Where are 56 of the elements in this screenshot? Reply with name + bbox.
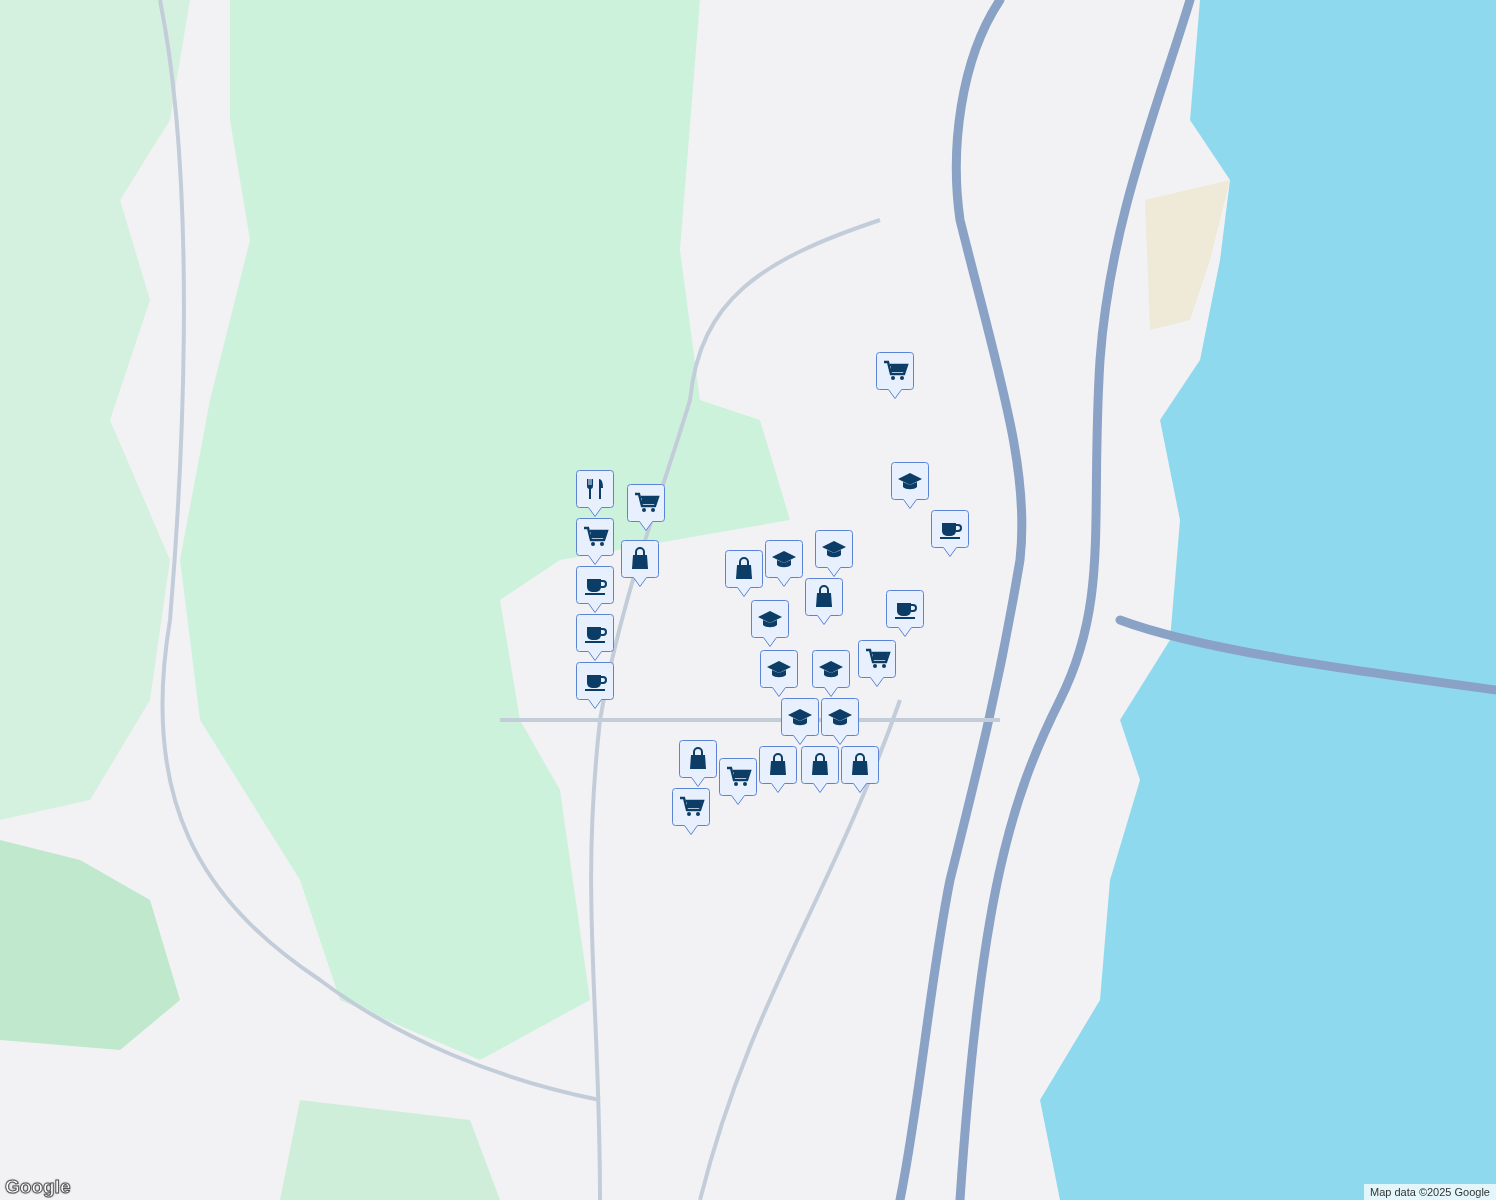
coffee-cup-icon — [585, 627, 607, 643]
map-marker[interactable] — [725, 550, 763, 597]
graduation-cap-icon — [898, 473, 922, 490]
map-marker[interactable] — [931, 510, 969, 557]
shopping-bag-icon — [816, 585, 832, 607]
map-marker[interactable] — [781, 698, 819, 745]
map-marker[interactable] — [576, 566, 614, 613]
map-marker[interactable] — [627, 484, 665, 531]
map-marker[interactable] — [841, 746, 879, 793]
map-marker[interactable] — [858, 640, 896, 687]
graduation-cap-icon — [767, 661, 791, 678]
map-logo: Google — [5, 1176, 71, 1198]
map-marker[interactable] — [801, 746, 839, 793]
map-marker[interactable] — [576, 470, 614, 517]
map-marker[interactable] — [576, 614, 614, 661]
graduation-cap-icon — [822, 541, 846, 558]
shopping-bag-icon — [736, 557, 752, 579]
shopping-cart-icon — [727, 766, 752, 786]
map-marker[interactable] — [812, 650, 850, 697]
shopping-bag-icon — [632, 547, 648, 569]
map-marker[interactable] — [621, 540, 659, 587]
map-marker[interactable] — [876, 352, 914, 399]
shopping-cart-icon — [635, 492, 660, 512]
shopping-bag-icon — [852, 753, 868, 775]
coffee-cup-icon — [940, 523, 962, 539]
map-marker[interactable] — [576, 662, 614, 709]
coffee-cup-icon — [585, 675, 607, 691]
coffee-cup-icon — [895, 603, 917, 619]
map-marker[interactable] — [891, 462, 929, 509]
map-marker[interactable] — [886, 590, 924, 637]
shopping-cart-icon — [866, 648, 891, 668]
shopping-bag-icon — [690, 747, 706, 769]
graduation-cap-icon — [828, 709, 852, 726]
shopping-cart-icon — [680, 796, 705, 816]
attribution-text: Map data ©2025 Google — [1363, 1184, 1496, 1200]
shopping-bag-icon — [812, 753, 828, 775]
map-marker[interactable] — [821, 698, 859, 745]
map-marker[interactable] — [759, 746, 797, 793]
coffee-cup-icon — [585, 579, 607, 595]
map-marker[interactable] — [765, 540, 803, 587]
graduation-cap-icon — [772, 551, 796, 568]
graduation-cap-icon — [819, 661, 843, 678]
shopping-cart-icon — [884, 360, 909, 380]
map-marker[interactable] — [751, 600, 789, 647]
fork-and-knife-icon — [587, 479, 603, 499]
shopping-bag-icon — [770, 753, 786, 775]
shopping-cart-icon — [584, 526, 609, 546]
map-marker[interactable] — [672, 788, 710, 835]
graduation-cap-icon — [788, 709, 812, 726]
map-marker[interactable] — [815, 530, 853, 577]
map-marker[interactable] — [719, 758, 757, 805]
graduation-cap-icon — [758, 611, 782, 628]
map-marker[interactable] — [576, 518, 614, 565]
map-marker[interactable] — [760, 650, 798, 697]
map-marker[interactable] — [805, 578, 843, 625]
map-marker[interactable] — [679, 740, 717, 787]
